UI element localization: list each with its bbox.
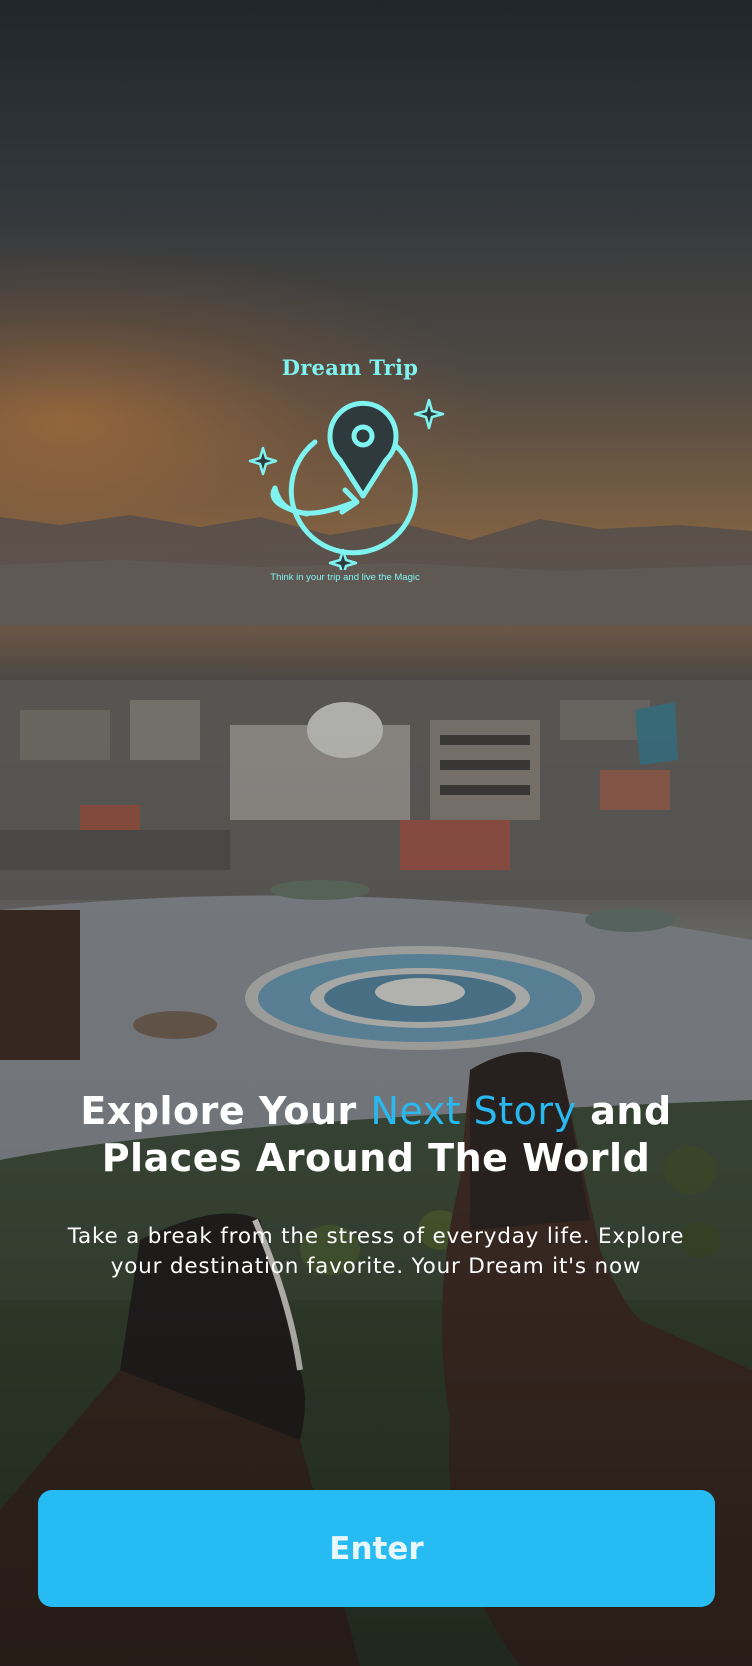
enter-button[interactable]: Enter	[38, 1490, 715, 1607]
headline-part1: Explore Your	[80, 1089, 371, 1133]
hero-headline: Explore Your Next Story and Places Aroun…	[40, 1088, 712, 1182]
headline-accent: Next Story	[370, 1089, 577, 1133]
sparkle-icon	[413, 398, 445, 430]
globe-location-pin-icon	[248, 398, 445, 570]
app-tagline: Think in your trip and live the Magic	[270, 572, 420, 583]
background-overlay	[0, 0, 752, 1666]
sparkle-icon	[248, 446, 278, 476]
hero-subtitle: Take a break from the stress of everyday…	[67, 1224, 685, 1279]
app-name: Dream Trip	[281, 355, 419, 380]
app-logo: Dream Trip Think in your trip and live t…	[248, 355, 450, 583]
welcome-screen: Dream Trip Think in your trip and live t…	[0, 0, 752, 1666]
